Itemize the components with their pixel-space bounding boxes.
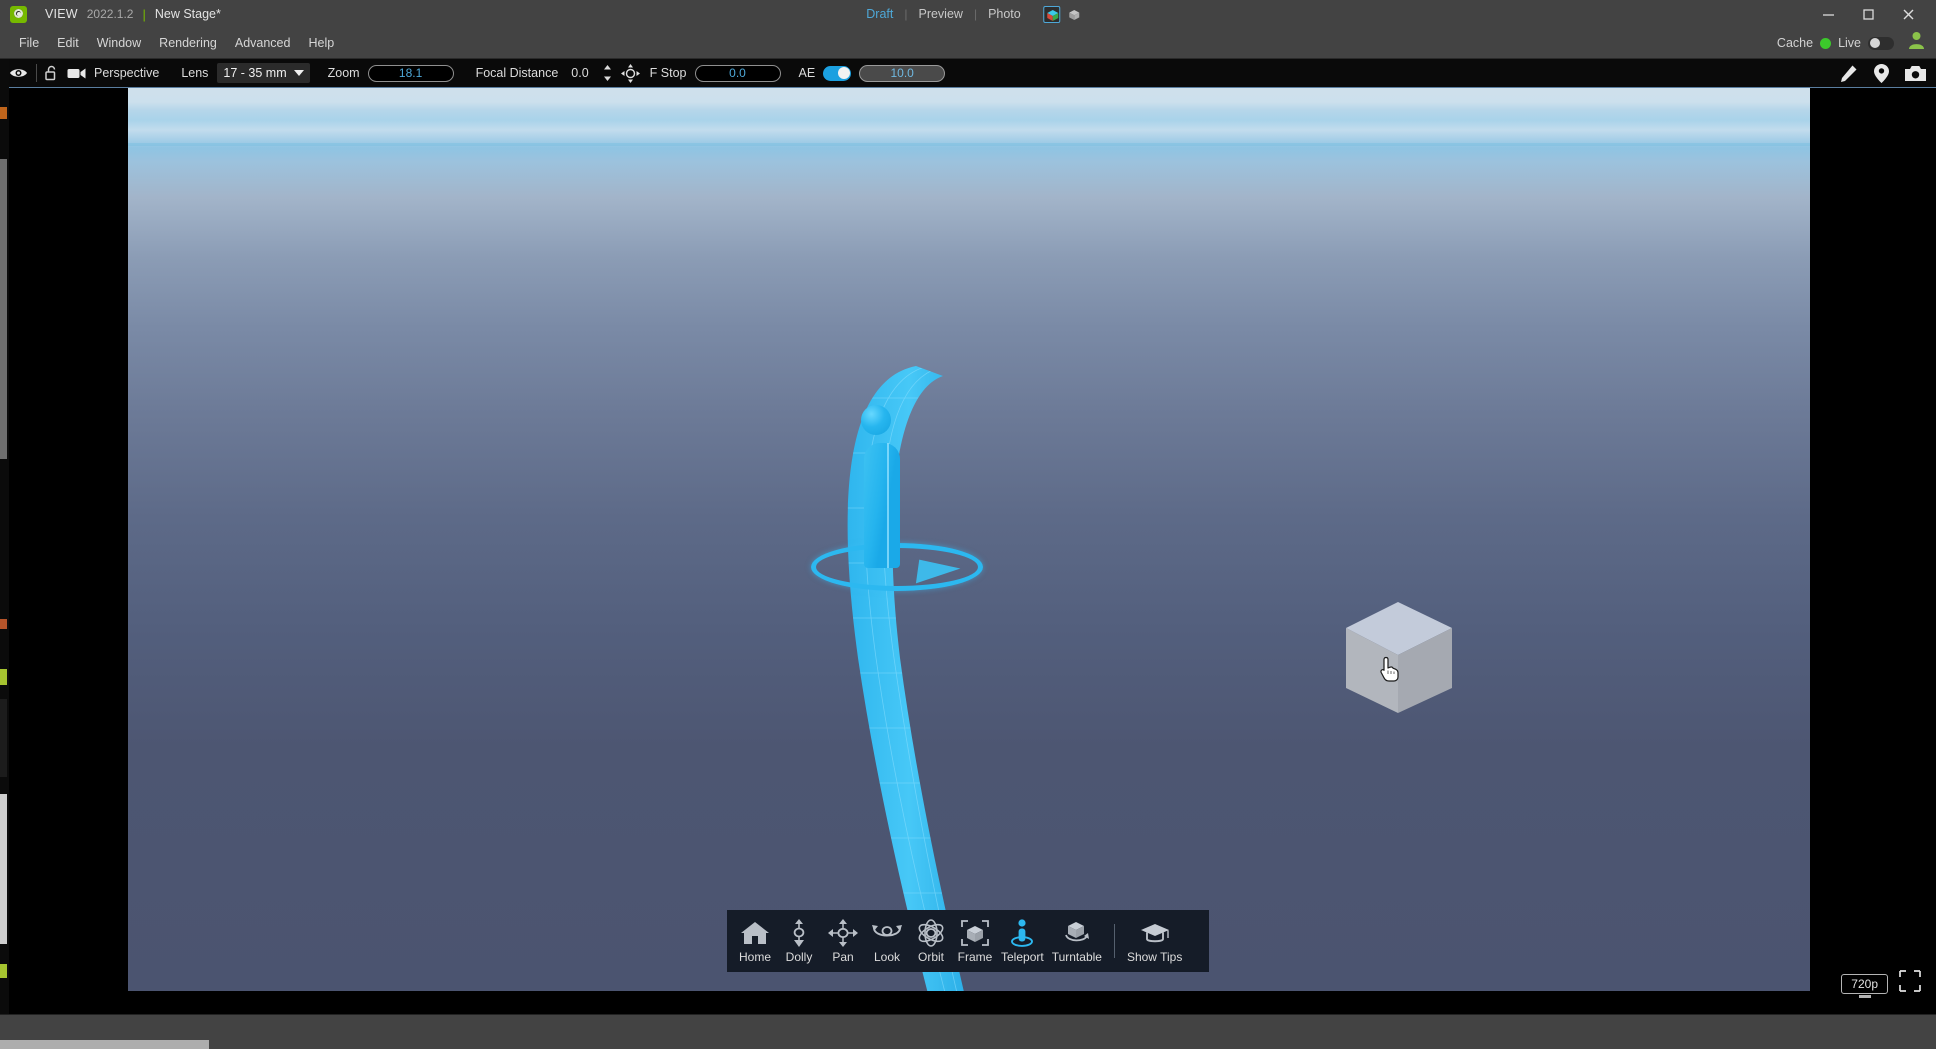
lens-label: Lens (181, 66, 209, 80)
menu-advanced[interactable]: Advanced (226, 33, 300, 53)
nav-dolly-label: Dolly (785, 950, 813, 964)
render-mode-tabs: Draft | Preview | Photo (855, 0, 1080, 28)
viewport-toolbar: Perspective Lens 17 - 35 mm Zoom 18.1 Fo… (0, 59, 1936, 88)
menu-file[interactable]: File (10, 33, 48, 53)
live-toggle[interactable] (1868, 36, 1894, 50)
nav-turntable-label: Turntable (1051, 950, 1102, 964)
exposure-slider[interactable]: 10.0 (859, 64, 946, 82)
viewport-status-controls: 720p (1841, 969, 1922, 998)
unlocked-padlock-icon[interactable] (45, 65, 58, 81)
teleport-avatar-body (864, 443, 900, 568)
app-version: 2022.1.2 (86, 7, 134, 21)
zoom-value: 18.1 (398, 66, 423, 80)
gray-cube-icon[interactable] (1069, 8, 1081, 20)
turntable-icon (1062, 918, 1092, 948)
navigation-toolbar: Home Dolly Pan Look Orbit Frame Teleport… (727, 910, 1209, 972)
nav-divider (1113, 924, 1115, 958)
nav-frame[interactable]: Frame (953, 918, 997, 964)
zoom-slider[interactable]: 18.1 (367, 64, 454, 82)
look-icon (871, 918, 903, 948)
nav-look[interactable]: Look (865, 918, 909, 964)
frame-icon (960, 918, 990, 948)
chevron-down-icon (293, 70, 304, 76)
cache-status-indicator (1820, 37, 1832, 49)
nav-dolly[interactable]: Dolly (777, 918, 821, 964)
fstop-label: F Stop (649, 66, 687, 80)
teleport-icon (1007, 918, 1037, 948)
expand-fullscreen-icon[interactable] (1898, 969, 1922, 998)
nav-teleport[interactable]: Teleport (997, 918, 1048, 964)
nav-turntable[interactable]: Turntable (1048, 918, 1106, 964)
toolbar-divider (36, 64, 37, 82)
lens-dropdown[interactable]: 17 - 35 mm (217, 63, 310, 83)
teleport-arc (847, 366, 984, 991)
graduation-cap-icon (1140, 918, 1170, 948)
orbit-icon (916, 918, 946, 948)
render-view[interactable]: Z X Y (128, 88, 1810, 991)
nav-pan-label: Pan (832, 950, 854, 964)
window-controls (1808, 0, 1928, 28)
colored-cube-icon[interactable] (1043, 5, 1061, 23)
nav-home[interactable]: Home (733, 918, 777, 964)
user-avatar-icon[interactable] (1907, 31, 1926, 55)
pencil-icon[interactable] (1839, 64, 1858, 83)
close-button[interactable] (1888, 0, 1928, 28)
teleport-direction-arrow (915, 556, 963, 584)
teleport-avatar-head (861, 405, 891, 435)
nav-show-tips-label: Show Tips (1126, 950, 1183, 964)
fstop-value: 0.0 (729, 66, 746, 80)
cache-label: Cache (1776, 36, 1814, 50)
focus-target-icon[interactable] (620, 63, 640, 83)
menu-bar-right: Cache Live (1777, 28, 1926, 58)
menu-help[interactable]: Help (299, 33, 343, 53)
nav-frame-label: Frame (957, 950, 993, 964)
zoom-label: Zoom (327, 66, 360, 80)
tab-draft[interactable]: Draft (855, 7, 904, 21)
viewport-container: Perspective Lens 17 - 35 mm Zoom 18.1 Fo… (0, 58, 1936, 1014)
dolly-icon (788, 918, 810, 948)
minimize-button[interactable] (1808, 0, 1848, 28)
nav-orbit[interactable]: Orbit (909, 918, 953, 964)
app-name: VIEW (45, 7, 78, 21)
stage-name: New Stage* (154, 7, 221, 21)
resolution-badge[interactable]: 720p (1841, 973, 1888, 994)
nav-orbit-label: Orbit (917, 950, 944, 964)
status-bar (0, 1014, 1936, 1049)
pan-icon (828, 918, 858, 948)
nav-look-label: Look (873, 950, 901, 964)
exposure-value: 10.0 (890, 66, 914, 80)
title-divider: | (142, 6, 146, 22)
menu-window[interactable]: Window (88, 33, 150, 53)
nav-home-label: Home (738, 950, 771, 964)
home-icon (740, 918, 770, 948)
eye-icon[interactable] (9, 66, 28, 80)
camera-snapshot-icon[interactable] (1905, 65, 1926, 82)
focal-distance-stepper[interactable] (603, 65, 612, 81)
fstop-slider[interactable]: 0.0 (694, 64, 781, 82)
omniverse-logo-icon (10, 5, 27, 23)
menu-bar: File Edit Window Rendering Advanced Help… (0, 28, 1936, 58)
live-label: Live (1838, 36, 1861, 50)
tab-photo[interactable]: Photo (977, 7, 1032, 21)
menu-rendering[interactable]: Rendering (150, 33, 226, 53)
focal-distance-value[interactable]: 0.0 (571, 66, 588, 80)
status-progress-bar (0, 1040, 209, 1049)
menu-edit[interactable]: Edit (48, 33, 88, 53)
pointing-hand-cursor (1380, 656, 1399, 682)
tab-preview[interactable]: Preview (907, 7, 973, 21)
location-pin-icon[interactable] (1874, 64, 1889, 83)
maximize-button[interactable] (1848, 0, 1888, 28)
nav-show-tips[interactable]: Show Tips (1123, 918, 1186, 964)
camera-name[interactable]: Perspective (94, 66, 159, 80)
collapsed-panel-edge (0, 59, 9, 1014)
video-camera-icon[interactable] (67, 67, 86, 80)
lens-value: 17 - 35 mm (223, 66, 287, 80)
ae-label: AE (798, 66, 816, 80)
nav-pan[interactable]: Pan (821, 918, 865, 964)
title-bar: VIEW 2022.1.2 | New Stage* Draft | Previ… (0, 0, 1936, 28)
focal-distance-label: Focal Distance (475, 66, 559, 80)
viewport-toolbar-right (1839, 59, 1926, 88)
nav-teleport-label: Teleport (1001, 950, 1044, 964)
ae-toggle[interactable] (823, 65, 852, 81)
